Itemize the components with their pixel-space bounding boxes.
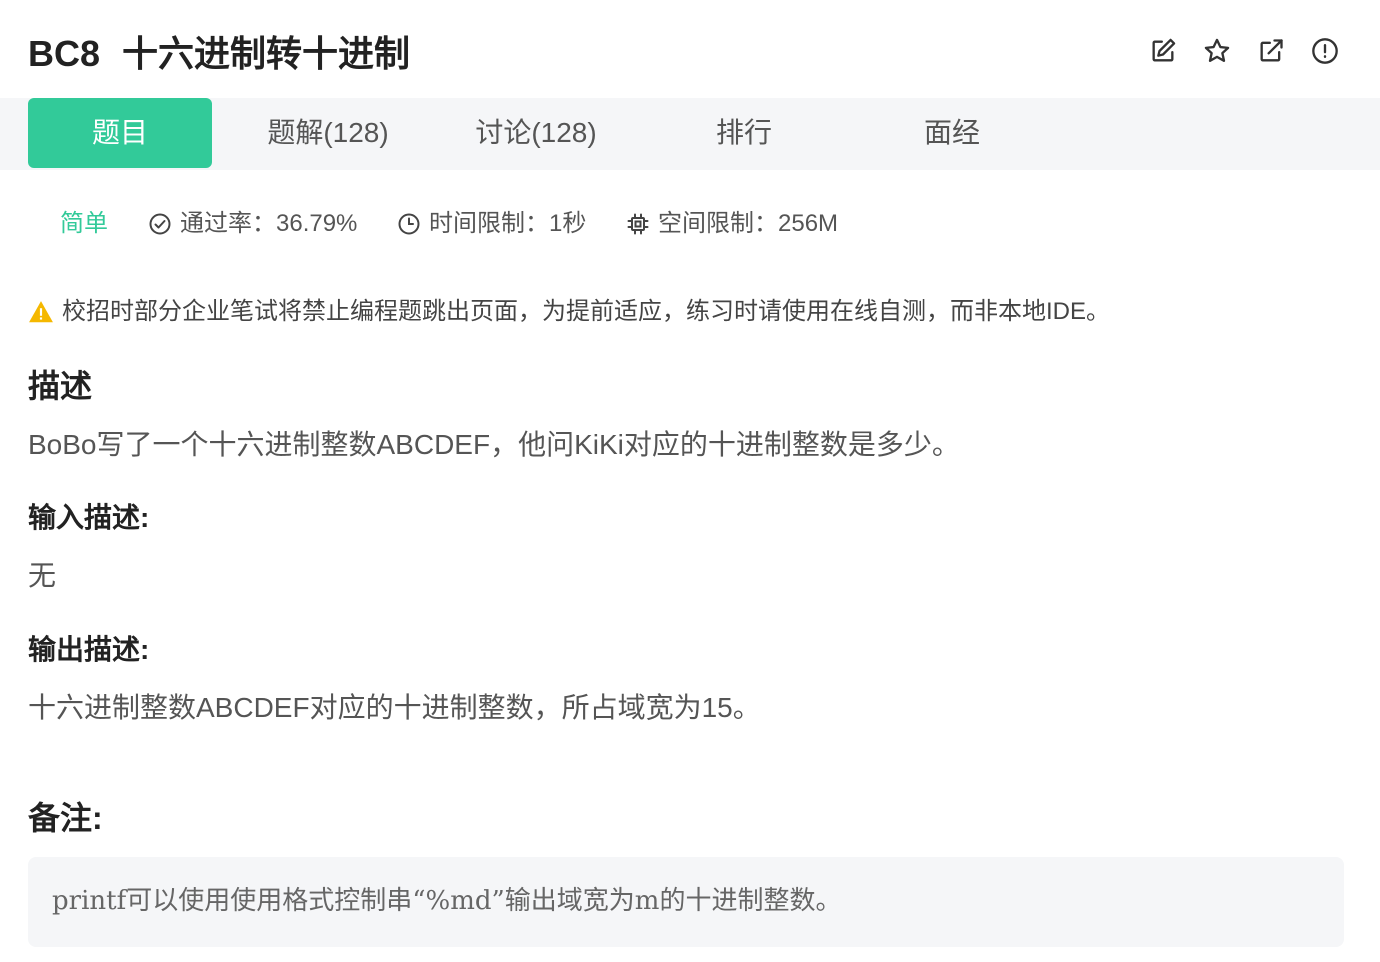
description-heading: 描述 [28,368,93,404]
tab-interviews[interactable]: 面经 [862,98,1042,168]
tab-discussion[interactable]: 讨论(128) [446,98,626,168]
star-icon[interactable] [1202,36,1232,66]
input-text: 无 [28,560,57,591]
problem-meta: 简单 通过率：36.79% 时间限制：1秒 空间限制：256M [0,196,1380,252]
problem-header: BC8 十六进制转十进制 [0,0,1380,98]
tab-problem[interactable]: 题目 [28,98,212,168]
note-box: printf可以使用使用格式控制串“%md”输出域宽为m的十进制整数。 [28,857,1344,947]
tab-solutions[interactable]: 题解(128) [238,98,418,168]
check-circle-icon [149,213,171,235]
time-limit: 时间限制：1秒 [397,208,586,240]
space-limit-text: 空间限制：256M [658,210,839,237]
output-text: 十六进制整数ABCDEF对应的十进制整数，所占域宽为15。 [28,692,761,723]
warning-icon [29,301,53,323]
input-heading: 输入描述: [28,502,150,533]
description-text: BoBo写了一个十六进制整数ABCDEF，他问KiKi对应的十进制整数是多少。 [28,429,960,460]
header-actions [1148,36,1340,66]
ide-warning: 校招时部分企业笔试将禁止编程题跳出页面，为提前适应，练习时请使用在线自测，而非本… [28,294,1110,330]
tab-bar: 题目 题解(128) 讨论(128) 排行 面经 [0,98,1380,170]
time-limit-text: 时间限制：1秒 [429,210,587,237]
problem-title: 十六进制转十进制 [122,33,411,74]
tab-ranking[interactable]: 排行 [654,98,834,168]
pass-rate: 通过率：36.79% [148,208,357,240]
clock-icon [398,213,420,235]
warning-text: 校招时部分企业笔试将禁止编程题跳出页面，为提前适应，练习时请使用在线自测，而非本… [62,298,1111,325]
alert-circle-icon[interactable] [1310,36,1340,66]
space-limit: 空间限制：256M [626,208,838,240]
output-heading: 输出描述: [28,634,150,665]
edit-icon[interactable] [1148,36,1178,66]
external-link-icon[interactable] [1256,36,1286,66]
note-heading: 备注: [28,800,103,836]
difficulty-badge: 简单 [60,210,108,237]
note-text: printf可以使用使用格式控制串“%md”输出域宽为m的十进制整数。 [52,886,842,916]
pass-rate-text: 通过率：36.79% [180,210,358,237]
chip-icon [627,213,649,235]
page-title: BC8 十六进制转十进制 [28,32,410,76]
problem-code: BC8 [28,33,101,74]
